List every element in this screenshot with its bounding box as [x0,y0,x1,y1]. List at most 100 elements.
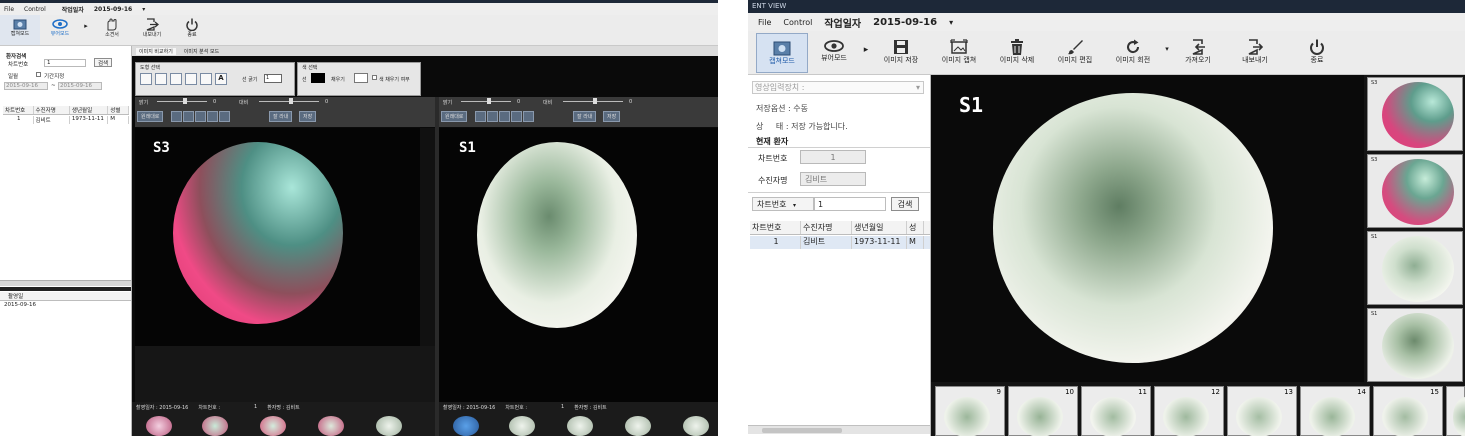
contrast-handle[interactable] [289,98,293,104]
opinion-button[interactable]: 소견서 [92,15,132,38]
viewer2-canvas[interactable]: S1 [439,128,718,402]
capture-image-button[interactable]: 이미지 캡쳐 [930,31,988,65]
thumbnail[interactable] [318,416,344,436]
period-checkbox[interactable] [36,72,41,77]
capture-mode-button[interactable]: 캡쳐모드 [756,33,808,73]
save-button[interactable]: 저장 [299,111,317,122]
save-image-button[interactable]: 이미지 저장 [872,31,930,65]
chevron-down-icon[interactable]: ▾ [916,82,920,94]
col-chart[interactable]: 차트번호 [3,106,34,114]
chevron-down-icon[interactable]: ▾ [142,6,145,13]
brightness-slider[interactable] [157,101,207,102]
exit-button[interactable]: 종료 [1286,31,1348,65]
brightness-handle[interactable] [183,98,187,104]
thumbnail[interactable]: 13 [1227,386,1297,436]
main-viewer[interactable]: S1 [931,75,1364,382]
menu-file[interactable]: File [4,6,14,13]
date-from-picker[interactable]: 2015-09-16 [4,82,48,90]
search-button[interactable]: 검색 [94,58,112,67]
tab-analysis[interactable]: 이미지 분석 모드 [184,48,219,55]
fill-color-swatch[interactable] [354,73,368,83]
work-date-value[interactable]: 2015-09-16 [94,6,132,13]
export-button[interactable]: 내보내기 [132,15,172,38]
contrast-handle[interactable] [593,98,597,104]
menu-control[interactable]: Control [24,6,46,13]
thumbnail[interactable]: 14 [1300,386,1370,436]
viewer-mode-button[interactable]: 뷰어모드 [808,31,860,63]
col-chart[interactable]: 차트번호 [750,221,801,234]
shoot-date-item[interactable]: 2015-09-16 [4,302,36,308]
thumbnail-partial[interactable] [1446,386,1465,436]
search-button[interactable]: 검색 [891,197,919,211]
col-birth[interactable]: 생년월일 [70,106,109,114]
thumbnail[interactable] [202,416,228,436]
col-sex[interactable]: 성별 [108,106,129,114]
thumbnail[interactable]: 10 [1008,386,1078,436]
thumbnail[interactable]: 11 [1081,386,1151,436]
thumbnail[interactable]: S3 [1367,154,1463,228]
import-button[interactable]: 가져오기 [1172,31,1224,65]
shape-tool-text[interactable]: A [215,73,227,85]
viewer-mode-button[interactable]: 뷰어모드 [40,15,80,37]
table-row[interactable]: 1 김비트 1973-11-11 M [3,116,129,124]
reset-button[interactable]: 원래대로 [441,111,468,122]
col-sex[interactable]: 성 [907,221,924,234]
work-date-value[interactable]: 2015-09-16 [873,17,937,28]
shape-tool-line[interactable] [140,73,152,85]
line-width-select[interactable]: 1 [264,74,282,83]
date-to-picker[interactable]: 2015-09-16 [58,82,102,90]
thumbnail[interactable] [146,416,172,436]
thumbnail[interactable] [376,416,402,436]
chevron-down-icon[interactable]: ▾ [1162,31,1172,53]
thumbnail[interactable]: 9 [935,386,1005,436]
shape-tool-dash[interactable] [170,73,182,85]
scrollbar-thumb[interactable] [762,428,842,433]
brightness-handle[interactable] [487,98,491,104]
shape-tool-rect[interactable] [185,73,197,85]
horizontal-scrollbar[interactable] [0,280,131,286]
fill-checkbox[interactable] [372,75,377,80]
chart-no-input[interactable]: 1 [44,59,86,67]
delete-image-button[interactable]: 이미지 삭제 [988,31,1046,65]
device-select[interactable]: 영상입력장치 : ▾ [752,81,924,94]
thumbnail[interactable] [509,416,535,436]
splitter[interactable] [0,287,131,291]
thumbnail[interactable]: S3 [1367,77,1463,151]
viewer1-canvas[interactable]: S3 [135,128,420,346]
edit-image-button[interactable]: 이미지 편집 [1046,31,1104,65]
chevron-down-icon[interactable]: ▾ [949,18,953,27]
table-row[interactable]: 1 김비트 1973-11-11 M [750,236,930,249]
shape-tool-ellipse[interactable] [200,73,212,85]
search-input[interactable]: 1 [814,197,886,211]
thumbnail[interactable] [683,416,709,436]
horizontal-scrollbar[interactable] [748,425,930,434]
rotate-image-button[interactable]: 이미지 회전 [1104,31,1162,65]
capture-mode-button[interactable]: 캡쳐모드 [0,15,40,45]
col-name[interactable]: 수진자명 [801,221,852,234]
shape-tool-arrow[interactable] [155,73,167,85]
cut-button[interactable]: 잘 라내 [269,111,293,122]
line-color-swatch[interactable] [311,73,325,83]
thumbnail[interactable]: S1 [1367,308,1463,382]
exit-button[interactable]: 종료 [172,15,212,38]
zoom-rotate-buttons[interactable] [475,111,535,122]
menu-control[interactable]: Control [783,18,812,27]
thumbnail[interactable] [453,416,479,436]
thumbnail[interactable] [260,416,286,436]
export-button[interactable]: 내보내기 [1224,31,1286,65]
thumbnail[interactable] [625,416,651,436]
tab-compare[interactable]: 이미지 비교하기 [136,47,176,55]
col-birth[interactable]: 생년월일 [852,221,907,234]
menu-file[interactable]: File [758,18,771,27]
reset-button[interactable]: 원래대로 [137,111,164,122]
col-name[interactable]: 수진자명 [34,106,70,114]
brightness-slider[interactable] [461,101,511,102]
cut-button[interactable]: 잘 라내 [573,111,597,122]
search-field-select[interactable]: 차트번호 ▾ [752,197,814,211]
thumbnail[interactable]: 15 [1373,386,1443,436]
zoom-rotate-buttons[interactable] [171,111,231,122]
thumbnail[interactable]: 12 [1154,386,1224,436]
thumbnail[interactable]: S1 [1367,231,1463,305]
thumbnail[interactable] [567,416,593,436]
save-button[interactable]: 저장 [603,111,621,122]
